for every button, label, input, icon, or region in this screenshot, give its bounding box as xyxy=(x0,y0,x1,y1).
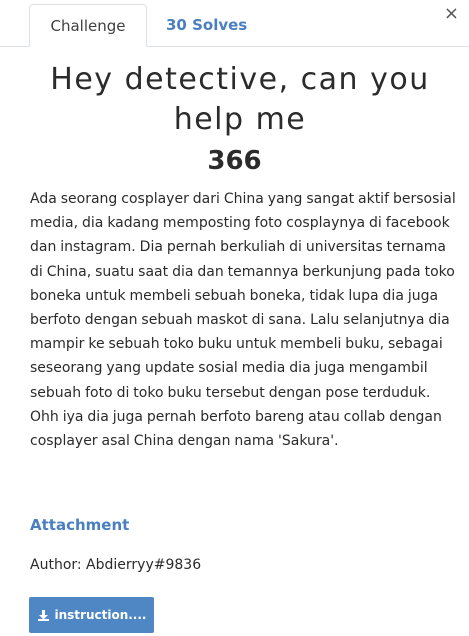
download-icon xyxy=(37,609,49,621)
challenge-author: Author: Abdierryy#9836 xyxy=(30,557,202,573)
challenge-modal: × Challenge 30 Solves Hey detective, can… xyxy=(0,0,469,636)
attachment-file-label: instruction.... xyxy=(54,608,147,622)
challenge-points: 366 xyxy=(207,146,262,176)
challenge-tabs: Challenge 30 Solves xyxy=(0,4,469,47)
tab-challenge[interactable]: Challenge xyxy=(29,4,147,47)
challenge-description: Ada seorang cosplayer dari China yang sa… xyxy=(30,191,456,450)
download-attachment-button[interactable]: instruction.... xyxy=(29,597,154,633)
tab-solves[interactable]: 30 Solves xyxy=(150,4,263,46)
challenge-title: Hey detective, can you help me xyxy=(50,62,430,137)
attachment-heading: Attachment xyxy=(30,516,130,534)
